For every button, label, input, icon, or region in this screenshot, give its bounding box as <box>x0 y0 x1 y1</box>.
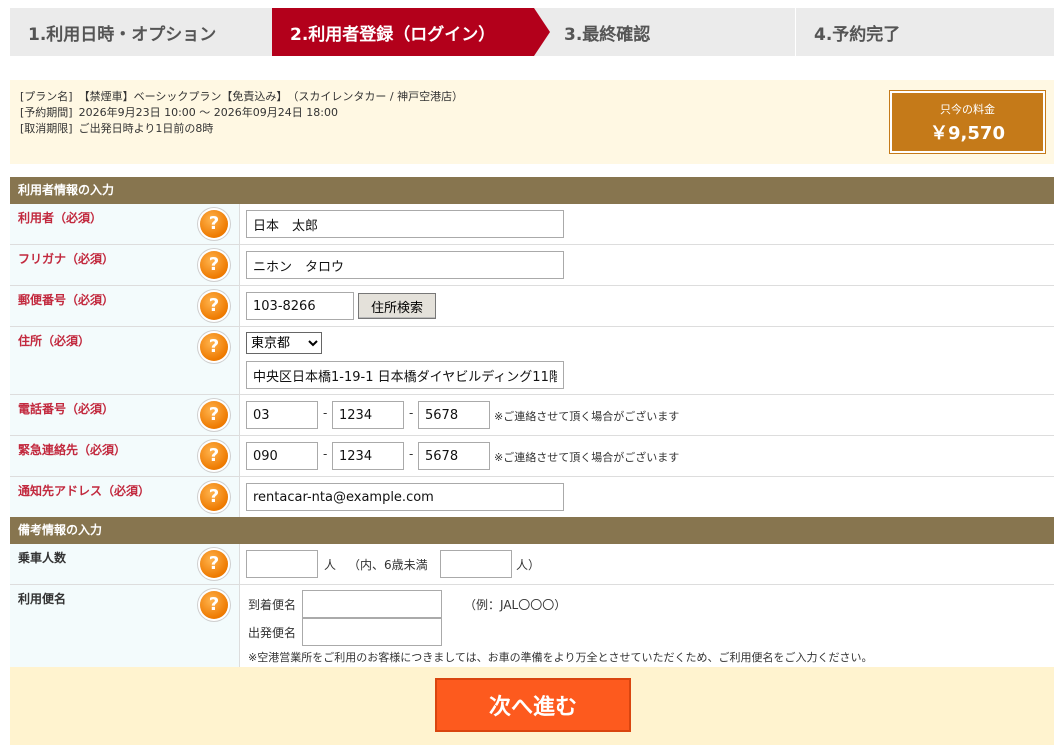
under-six-unit: 人） <box>516 558 541 572</box>
flight-note: ※空港営業所をご利用のお客様につきましては、お車の準備をより万全とさせていただく… <box>248 651 873 664</box>
arrival-flight-input[interactable] <box>302 590 442 618</box>
row-email: 通知先アドレス（必須）? <box>10 477 1054 517</box>
section-user-info: 利用者情報の入力 <box>10 177 1054 204</box>
under-six-label: （内、6歳未満 <box>348 558 428 572</box>
row-phone: 電話番号（必須）? - - ※ご連絡させて頂く場合がございます <box>10 395 1054 436</box>
dash: - <box>409 447 414 461</box>
section-remarks: 備考情報の入力 <box>10 517 1054 544</box>
progress-steps: 1.利用日時・オプション 2.利用者登録（ログイン） 3.最終確認 4.予約完了 <box>10 8 1054 56</box>
passengers-input[interactable] <box>246 550 318 578</box>
price-value: ￥9,570 <box>930 123 1005 144</box>
row-flight: 利用便名? 到着便名 （例：JAL〇〇〇） 出発便名 ※空港営業所をご利用のお客… <box>10 585 1054 667</box>
email-label: 通知先アドレス（必須） <box>18 484 151 498</box>
step-2-current: 2.利用者登録（ログイン） <box>272 8 550 56</box>
kana-input[interactable] <box>246 251 564 279</box>
help-icon[interactable]: ? <box>200 401 228 429</box>
help-icon[interactable]: ? <box>200 251 228 279</box>
row-passengers: 乗車人数? 人 （内、6歳未満 人） <box>10 544 1054 585</box>
passengers-label: 乗車人数 <box>18 551 67 565</box>
zip-label: 郵便番号（必須） <box>18 293 115 307</box>
plan-name-value: 【禁煙車】ベーシックプラン【免責込み】 （スカイレンタカー / 神戸空港店） <box>78 90 464 103</box>
phone-label: 電話番号（必須） <box>18 402 115 416</box>
cancel-value: ご出発日時より1日前の8時 <box>78 122 214 135</box>
row-address: 住所（必須）? 東京都 <box>10 327 1054 395</box>
step-4: 4.予約完了 <box>814 24 901 45</box>
price-label: 只今の料金 <box>940 103 995 116</box>
flight-example: （例：JAL〇〇〇） <box>464 598 567 612</box>
under-six-input[interactable] <box>440 550 512 578</box>
emergency-label: 緊急連絡先（必須） <box>18 443 127 457</box>
period-value: 2026年9月23日 10:00 ～ 2026年09月24日 18:00 <box>78 106 338 119</box>
plan-name-label: [プラン名] <box>20 90 73 103</box>
dash: - <box>323 406 328 420</box>
email-input[interactable] <box>246 483 564 511</box>
prefecture-select[interactable]: 東京都 <box>246 332 322 354</box>
next-button[interactable]: 次へ進む <box>435 678 631 732</box>
period-label: [予約期間] <box>20 106 73 119</box>
phone-input-1[interactable] <box>246 401 318 429</box>
row-user: 利用者（必須）? <box>10 204 1054 245</box>
emergency-note: ※ご連絡させて頂く場合がございます <box>494 451 680 464</box>
dash: - <box>323 447 328 461</box>
address-input[interactable] <box>246 361 564 389</box>
passengers-unit: 人 <box>324 558 337 572</box>
step-1: 1.利用日時・オプション <box>28 24 217 45</box>
help-icon[interactable]: ? <box>200 550 228 578</box>
departure-flight-label: 出発便名 <box>248 626 297 640</box>
row-zip: 郵便番号（必須）? 住所検索 <box>10 286 1054 327</box>
step-3: 3.最終確認 <box>534 8 796 56</box>
user-label: 利用者（必須） <box>18 211 103 225</box>
help-icon[interactable]: ? <box>200 442 228 470</box>
row-kana: フリガナ（必須）? <box>10 245 1054 286</box>
row-emergency: 緊急連絡先（必須）? - - ※ご連絡させて頂く場合がございます <box>10 436 1054 477</box>
help-icon[interactable]: ? <box>200 483 228 511</box>
help-icon[interactable]: ? <box>200 210 228 238</box>
footer-bar: 次へ進む <box>10 667 1054 745</box>
phone-input-3[interactable] <box>418 401 490 429</box>
user-name-input[interactable] <box>246 210 564 238</box>
emergency-input-1[interactable] <box>246 442 318 470</box>
address-search-button[interactable]: 住所検索 <box>358 293 437 319</box>
departure-flight-input[interactable] <box>302 618 442 646</box>
help-icon[interactable]: ? <box>200 591 228 619</box>
zip-input[interactable] <box>246 292 354 320</box>
flight-label: 利用便名 <box>18 592 67 606</box>
dash: - <box>409 406 414 420</box>
phone-note: ※ご連絡させて頂く場合がございます <box>494 410 680 423</box>
price-box: 只今の料金 ￥9,570 <box>889 90 1046 154</box>
emergency-input-2[interactable] <box>332 442 404 470</box>
arrival-flight-label: 到着便名 <box>248 598 297 612</box>
kana-label: フリガナ（必須） <box>18 252 115 266</box>
address-label: 住所（必須） <box>18 334 91 348</box>
cancel-label: [取消期限] <box>20 122 73 135</box>
help-icon[interactable]: ? <box>200 292 228 320</box>
plan-summary: [プラン名] 【禁煙車】ベーシックプラン【免責込み】 （スカイレンタカー / 神戸… <box>10 80 1054 164</box>
help-icon[interactable]: ? <box>200 333 228 361</box>
emergency-input-3[interactable] <box>418 442 490 470</box>
phone-input-2[interactable] <box>332 401 404 429</box>
user-form: 利用者情報の入力 利用者（必須）? フリガナ（必須）? 郵便番号（必須）? 住所… <box>10 177 1054 667</box>
